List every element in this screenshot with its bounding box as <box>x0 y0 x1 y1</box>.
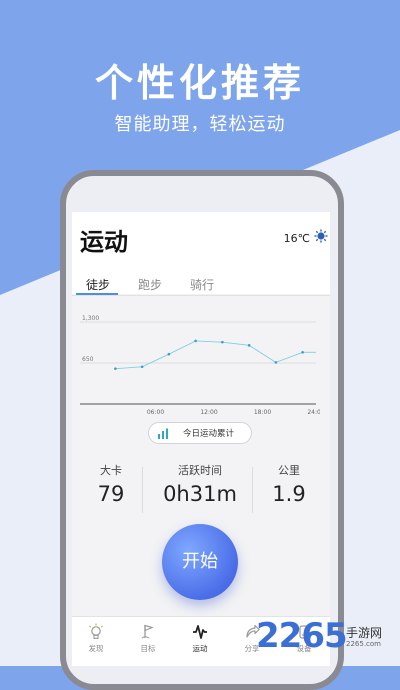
data-point <box>167 352 171 356</box>
metric-distance-label: 公里 <box>278 464 300 477</box>
activity-tabs: 徒步 跑步 骑行 <box>72 272 330 296</box>
nav-item-goal[interactable]: 目标 <box>126 623 170 654</box>
data-point <box>221 340 224 344</box>
metric-active-time: 活跃时间 0h31m <box>154 462 246 506</box>
watermark-text: 手游网 <box>346 626 383 640</box>
today-summary-pill[interactable]: 今日运动累计 <box>148 422 252 444</box>
metric-divider <box>142 467 143 513</box>
data-point <box>247 344 251 347</box>
app-header: 运动 16℃ 徒步 跑步 骑行 <box>72 212 330 296</box>
metric-active-time-value: 0h31m <box>163 482 237 506</box>
activity-icon <box>193 625 207 639</box>
today-summary-label: 今日运动累计 <box>183 429 235 439</box>
data-point <box>301 350 304 354</box>
x-tick-label: 24:00 <box>307 409 320 416</box>
site-watermark: 2265 手游网 2265.com <box>256 616 396 660</box>
line-chart: 1,300 650 06:00 12:00 18:00 24:00 <box>80 315 320 416</box>
y-tick-label: 650 <box>82 356 94 363</box>
metric-active-time-label: 活跃时间 <box>178 464 222 477</box>
metric-distance: 公里 1.9 <box>264 462 314 506</box>
watermark-url: 2265.com <box>346 640 381 648</box>
activity-chart: 1,300 650 06:00 12:00 18:00 24:00 <box>80 312 320 420</box>
data-point <box>194 339 197 343</box>
tab-divider <box>72 295 330 296</box>
promo-subline: 智能助理，轻松运动 <box>114 114 286 135</box>
x-tick-label: 06:00 <box>147 409 164 416</box>
start-button[interactable]: 开始 <box>162 524 238 600</box>
tab-hiking[interactable]: 徒步 <box>86 276 110 293</box>
watermark-number: 2265 <box>256 616 348 656</box>
weather-temperature: 16℃ <box>283 232 310 245</box>
page-title: 运动 <box>80 228 128 256</box>
metric-calories-value: 79 <box>97 482 125 506</box>
nav-label: 发现 <box>88 644 104 653</box>
flag-icon <box>141 624 154 639</box>
y-tick-label: 1,300 <box>82 315 99 322</box>
metric-divider <box>252 467 253 513</box>
data-point <box>274 361 278 364</box>
data-point <box>114 367 117 370</box>
nav-label: 运动 <box>192 644 208 653</box>
metric-calories: 大卡 79 <box>86 462 136 506</box>
series-line <box>115 340 316 370</box>
nav-label: 目标 <box>140 644 156 653</box>
promo-headline: 个性化推荐 <box>94 61 305 105</box>
metric-calories-label: 大卡 <box>100 464 122 477</box>
sun-icon[interactable] <box>314 229 328 243</box>
x-tick-label: 12:00 <box>200 409 217 416</box>
app-screen: 运动 16℃ 徒步 跑步 骑行 1,300 650 06:00 12:00 18:00 2 <box>72 212 330 666</box>
tab-cycling[interactable]: 骑行 <box>190 276 214 293</box>
lightbulb-icon <box>89 623 103 639</box>
nav-item-sport[interactable]: 运动 <box>178 623 222 654</box>
x-tick-label: 18:00 <box>254 409 271 416</box>
tab-running[interactable]: 跑步 <box>138 276 162 293</box>
metric-distance-value: 1.9 <box>272 482 306 506</box>
data-point <box>140 365 144 369</box>
bar-chart-icon <box>158 428 168 439</box>
nav-item-discover[interactable]: 发现 <box>74 623 118 654</box>
